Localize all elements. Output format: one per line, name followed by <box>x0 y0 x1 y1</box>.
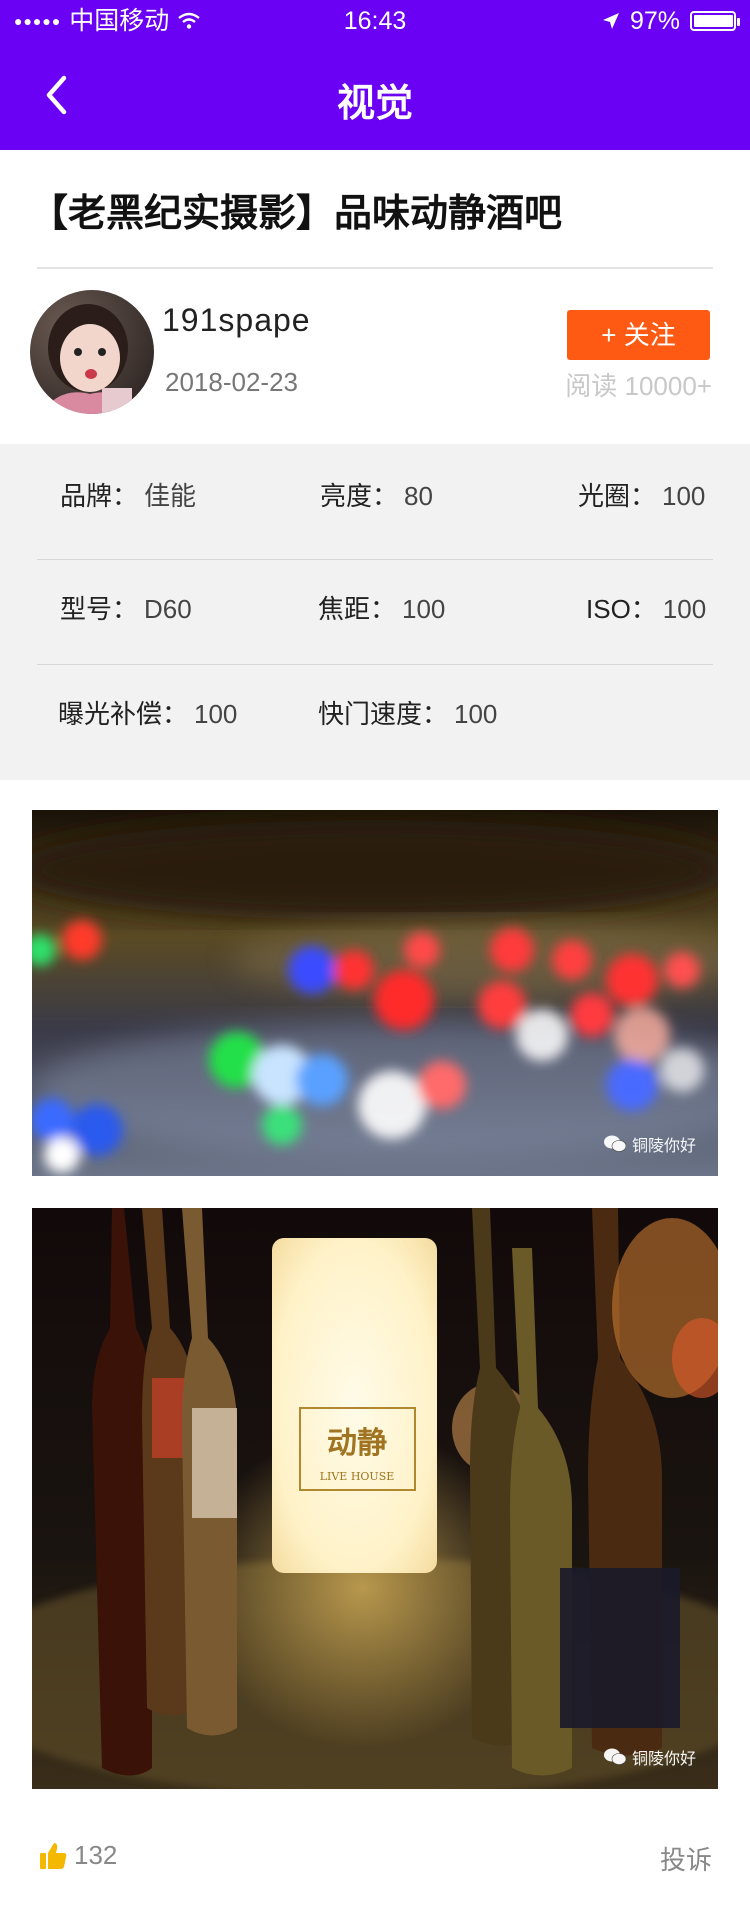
avatar-image <box>30 290 154 414</box>
nav-bar: 视觉 <box>0 48 750 148</box>
param-focal: 焦距： 100 <box>318 557 445 661</box>
wechat-icon <box>603 1748 626 1765</box>
battery-icon <box>690 11 740 31</box>
param-focal-value: 100 <box>402 594 446 624</box>
param-exposure: 曝光补偿： 100 <box>58 662 237 766</box>
param-model-value: D60 <box>144 594 192 624</box>
avatar[interactable] <box>30 290 154 414</box>
param-brightness: 亮度： 80 <box>320 444 433 548</box>
status-bar: ●●●●● 中国移动 16:43 97% <box>0 0 750 42</box>
location-arrow-icon <box>602 13 619 29</box>
thumbs-up-icon <box>40 1842 67 1869</box>
header-bar: ●●●●● 中国移动 16:43 97% 视觉 <box>0 0 750 150</box>
battery-fill <box>694 15 733 27</box>
photo-bar-table[interactable]: 动静 LIVE HOUSE 铜陵你好 <box>32 1208 718 1789</box>
battery-percent: 97% <box>629 7 680 35</box>
param-exposure-value: 100 <box>194 699 238 729</box>
param-aperture-label: 光圈： <box>578 481 657 511</box>
author-name[interactable]: 191spape <box>162 302 311 339</box>
params-row-1: 品牌： 佳能 亮度： 80 光圈： 100 <box>0 444 750 548</box>
camera-params-panel: 品牌： 佳能 亮度： 80 光圈： 100 型号： D60 焦距： 100 ISO： 100… <box>0 444 750 780</box>
param-shutter: 快门速度： 100 <box>318 662 497 766</box>
lamp-sign-text: LIVE HOUSE <box>320 1470 395 1483</box>
publish-date: 2018-02-23 <box>165 367 298 397</box>
watermark-2-text: 铜陵你好 <box>631 1751 696 1768</box>
like-count: 132 <box>74 1840 118 1870</box>
svg-text:动静: 动静 <box>327 1426 387 1461</box>
title-divider <box>37 267 713 269</box>
param-shutter-label: 快门速度： <box>318 699 449 729</box>
bar-table-image: 动静 LIVE HOUSE <box>32 1208 718 1789</box>
param-brand: 品牌： 佳能 <box>60 444 196 548</box>
watermark-1: 铜陵你好 <box>603 1132 696 1156</box>
follow-button[interactable]: + 关注 <box>567 310 710 360</box>
watermark-1-text: 铜陵你好 <box>631 1138 696 1155</box>
param-model: 型号： D60 <box>60 557 192 661</box>
read-count: 阅读 10000+ <box>565 371 712 401</box>
param-focal-label: 焦距： <box>318 594 397 624</box>
param-aperture: 光圈： 100 <box>578 444 705 548</box>
bokeh-image <box>32 810 718 1176</box>
param-brand-value: 佳能 <box>144 481 197 511</box>
param-exposure-label: 曝光补偿： <box>58 699 189 729</box>
params-row-3: 曝光补偿： 100 快门速度： 100 <box>0 662 750 766</box>
page-title: 视觉 <box>336 83 413 125</box>
param-brand-label: 品牌： <box>60 481 139 511</box>
param-brightness-value: 80 <box>404 481 433 511</box>
photo-bokeh[interactable]: 铜陵你好 <box>32 810 718 1176</box>
param-iso-value: 100 <box>662 594 707 624</box>
param-iso-label: ISO： <box>586 594 657 624</box>
param-brightness-label: 亮度： <box>320 481 399 511</box>
param-shutter-value: 100 <box>454 699 498 729</box>
status-right: 97% <box>602 0 740 42</box>
article-title: 【老黑纪实摄影】品味动静酒吧 <box>30 193 563 235</box>
param-aperture-value: 100 <box>662 481 706 511</box>
watermark-2: 铜陵你好 <box>603 1745 696 1769</box>
param-model-label: 型号： <box>60 594 139 624</box>
wechat-icon <box>603 1135 626 1152</box>
param-iso: ISO： 100 <box>586 557 706 661</box>
report-button[interactable]: 投诉 <box>660 1840 712 1877</box>
like-button[interactable]: 132 <box>38 1840 117 1871</box>
params-row-2: 型号： D60 焦距： 100 ISO： 100 <box>0 557 750 661</box>
